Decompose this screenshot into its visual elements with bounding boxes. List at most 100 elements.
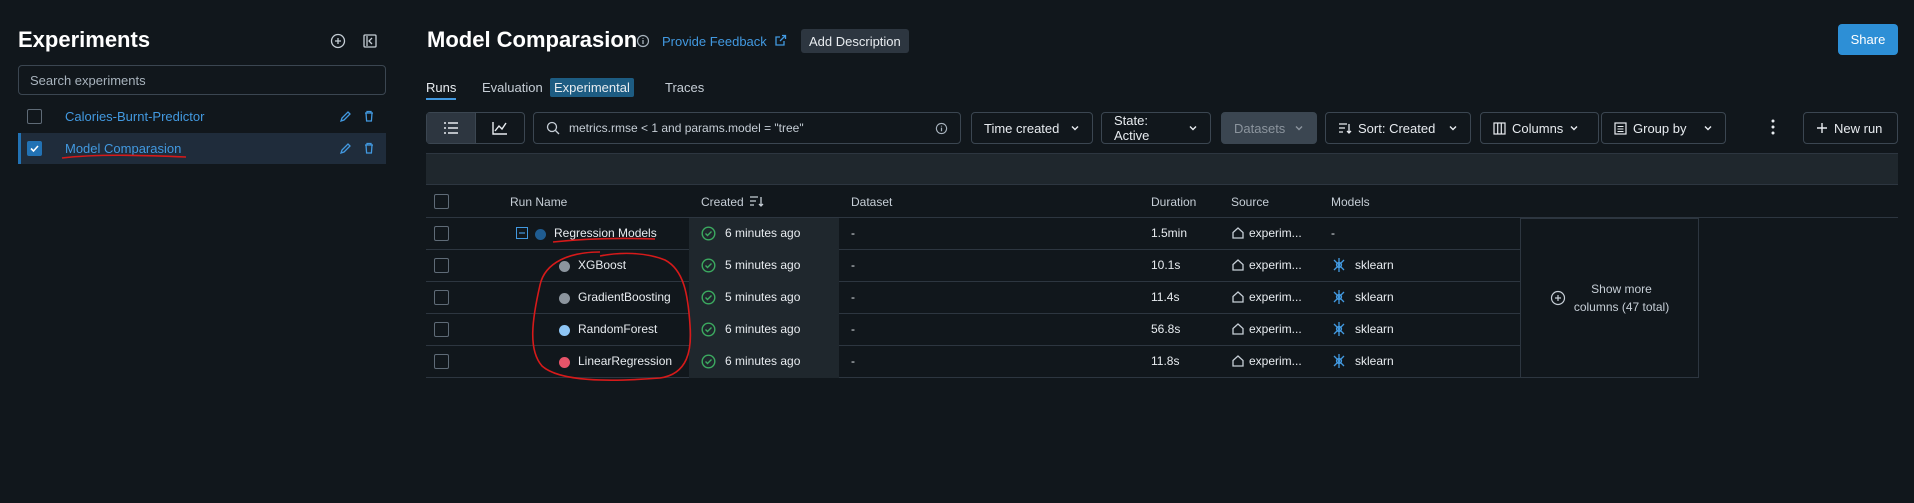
edit-icon[interactable] bbox=[339, 141, 353, 155]
row-checkbox[interactable] bbox=[434, 354, 449, 369]
column-header-duration[interactable]: Duration bbox=[1151, 195, 1196, 209]
group-by-dropdown[interactable]: Group by bbox=[1601, 112, 1726, 144]
columns-dropdown[interactable]: Columns bbox=[1480, 112, 1599, 144]
table-row[interactable]: XGBoost 5 minutes ago - 10.1s experim...… bbox=[426, 250, 1520, 282]
model-link[interactable]: sklearn bbox=[1355, 258, 1394, 272]
source-value[interactable]: experim... bbox=[1249, 290, 1302, 304]
source-value[interactable]: experim... bbox=[1249, 322, 1302, 336]
table-row[interactable]: Regression Models 6 minutes ago - 1.5min… bbox=[426, 218, 1520, 250]
view-mode-toggle bbox=[426, 112, 525, 144]
show-more-columns-button[interactable]: Show more columns (47 total) bbox=[1520, 218, 1699, 378]
search-experiments-input[interactable] bbox=[18, 65, 386, 95]
chevron-down-icon bbox=[1569, 123, 1579, 133]
sklearn-model-icon bbox=[1331, 321, 1347, 337]
group-by-label: Group by bbox=[1633, 120, 1687, 136]
show-more-text: Show more columns (47 total) bbox=[1574, 282, 1669, 314]
info-icon[interactable] bbox=[935, 122, 948, 135]
column-header-source[interactable]: Source bbox=[1231, 195, 1269, 209]
source-value[interactable]: experim... bbox=[1249, 226, 1302, 240]
runs-search-field[interactable]: metrics.rmse < 1 and params.model = "tre… bbox=[533, 112, 961, 144]
notebook-source-icon bbox=[1231, 322, 1245, 336]
collapse-sidebar-icon[interactable] bbox=[359, 30, 381, 52]
models-value: - bbox=[1331, 226, 1335, 240]
duration-value: 10.1s bbox=[1151, 258, 1181, 272]
experiment-item-model-comparasion[interactable]: Model Comparasion bbox=[18, 133, 386, 164]
created-value: 5 minutes ago bbox=[725, 258, 801, 272]
run-color-dot[interactable] bbox=[559, 261, 570, 272]
column-header-dataset[interactable]: Dataset bbox=[851, 195, 892, 209]
tab-runs[interactable]: Runs bbox=[426, 80, 456, 95]
run-name-link[interactable]: LinearRegression bbox=[578, 354, 672, 368]
delete-icon[interactable] bbox=[362, 141, 376, 155]
notebook-source-icon bbox=[1231, 290, 1245, 304]
run-color-dot[interactable] bbox=[559, 325, 570, 336]
experiment-label[interactable]: Calories-Burnt-Predictor bbox=[65, 109, 204, 124]
sort-descending-icon[interactable] bbox=[749, 195, 765, 208]
experiment-checkbox[interactable] bbox=[27, 109, 42, 124]
provide-feedback-link[interactable]: Provide Feedback bbox=[662, 34, 767, 49]
column-header-created[interactable]: Created bbox=[701, 195, 744, 209]
info-icon[interactable] bbox=[636, 34, 650, 48]
source-value[interactable]: experim... bbox=[1249, 354, 1302, 368]
success-check-icon bbox=[701, 258, 716, 273]
chevron-down-icon bbox=[1070, 123, 1080, 133]
show-more-line1: Show more bbox=[1591, 282, 1652, 296]
experimental-badge: Experimental bbox=[550, 78, 634, 97]
chart-view-icon[interactable] bbox=[476, 113, 525, 143]
created-value: 6 minutes ago bbox=[725, 354, 801, 368]
run-name-link[interactable]: Regression Models bbox=[554, 226, 657, 240]
sort-label: Sort: Created bbox=[1358, 120, 1436, 136]
time-created-dropdown[interactable]: Time created bbox=[971, 112, 1093, 144]
dataset-value: - bbox=[851, 354, 855, 368]
list-view-icon[interactable] bbox=[427, 113, 476, 143]
edit-icon[interactable] bbox=[339, 109, 353, 123]
run-color-dot[interactable] bbox=[559, 357, 570, 368]
model-link[interactable]: sklearn bbox=[1355, 290, 1394, 304]
sidebar-title: Experiments bbox=[18, 27, 151, 52]
group-by-icon bbox=[1614, 121, 1627, 135]
experiment-checkbox-checked[interactable] bbox=[27, 141, 42, 156]
run-color-dot[interactable] bbox=[535, 229, 546, 240]
chevron-down-icon bbox=[1188, 123, 1198, 133]
new-run-label: New run bbox=[1834, 120, 1883, 136]
run-name-link[interactable]: GradientBoosting bbox=[578, 290, 671, 304]
row-checkbox[interactable] bbox=[434, 322, 449, 337]
model-link[interactable]: sklearn bbox=[1355, 322, 1394, 336]
run-name-link[interactable]: XGBoost bbox=[578, 258, 626, 272]
more-options-icon[interactable] bbox=[1770, 118, 1776, 136]
tab-traces[interactable]: Traces bbox=[665, 80, 704, 95]
duration-value: 11.8s bbox=[1151, 354, 1180, 368]
datasets-dropdown[interactable]: Datasets bbox=[1221, 112, 1317, 144]
created-value: 5 minutes ago bbox=[725, 290, 801, 304]
table-row[interactable]: RandomForest 6 minutes ago - 56.8s exper… bbox=[426, 314, 1520, 346]
experiment-item-calories[interactable]: Calories-Burnt-Predictor bbox=[18, 101, 386, 132]
delete-icon[interactable] bbox=[362, 109, 376, 123]
column-header-models[interactable]: Models bbox=[1331, 195, 1370, 209]
run-color-dot[interactable] bbox=[559, 293, 570, 304]
row-checkbox[interactable] bbox=[434, 226, 449, 241]
runs-search-input[interactable]: metrics.rmse < 1 and params.model = "tre… bbox=[569, 121, 804, 135]
row-checkbox[interactable] bbox=[434, 290, 449, 305]
duration-value: 1.5min bbox=[1151, 226, 1188, 240]
experiment-label[interactable]: Model Comparasion bbox=[65, 141, 181, 156]
add-experiment-icon[interactable] bbox=[327, 30, 349, 52]
tab-evaluation[interactable]: Evaluation bbox=[482, 80, 543, 95]
external-link-icon[interactable] bbox=[774, 34, 787, 47]
row-checkbox[interactable] bbox=[434, 258, 449, 273]
source-value[interactable]: experim... bbox=[1249, 258, 1302, 272]
show-more-line2: columns (47 total) bbox=[1573, 300, 1670, 314]
state-dropdown[interactable]: State: Active bbox=[1101, 112, 1211, 144]
model-link[interactable]: sklearn bbox=[1355, 354, 1394, 368]
select-all-checkbox[interactable] bbox=[434, 194, 449, 209]
column-header-run-name[interactable]: Run Name bbox=[510, 195, 567, 209]
sort-dropdown[interactable]: Sort: Created bbox=[1325, 112, 1471, 144]
new-run-button[interactable]: New run bbox=[1803, 112, 1898, 144]
collapse-group-icon[interactable] bbox=[516, 227, 528, 239]
table-row[interactable]: GradientBoosting 5 minutes ago - 11.4s e… bbox=[426, 282, 1520, 314]
add-description-button[interactable]: Add Description bbox=[801, 29, 909, 53]
dataset-value: - bbox=[851, 258, 855, 272]
share-button[interactable]: Share bbox=[1838, 24, 1898, 55]
sidebar: Experiments Calories-Burnt-Predictor Mod… bbox=[0, 0, 400, 503]
table-row[interactable]: LinearRegression 6 minutes ago - 11.8s e… bbox=[426, 346, 1520, 378]
run-name-link[interactable]: RandomForest bbox=[578, 322, 657, 336]
